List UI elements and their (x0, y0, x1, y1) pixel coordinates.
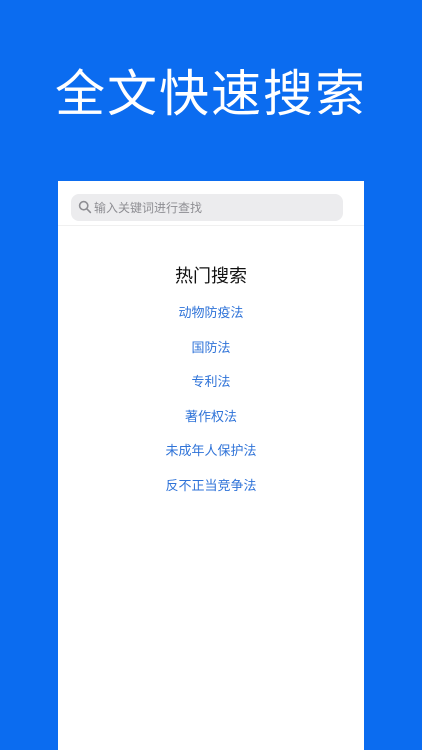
hot-search-item[interactable]: 动物防疫法 (58, 304, 364, 339)
hot-search-item[interactable]: 著作权法 (58, 408, 364, 443)
search-box[interactable] (71, 194, 343, 221)
hero-title: 全文快速搜索 (55, 65, 367, 123)
hot-search-list: 动物防疫法 国防法 专利法 著作权法 未成年人保护法 反不正当竞争法 (58, 304, 364, 511)
search-icon (78, 200, 92, 214)
hot-search-item[interactable]: 国防法 (58, 339, 364, 374)
hot-search-item[interactable]: 未成年人保护法 (58, 442, 364, 477)
search-input[interactable] (94, 194, 334, 221)
hot-search-title: 热门搜索 (175, 266, 247, 287)
hot-search-item[interactable]: 反不正当竞争法 (58, 477, 364, 512)
hot-search-item[interactable]: 专利法 (58, 373, 364, 408)
phone-screen: 热门搜索 动物防疫法 国防法 专利法 著作权法 未成年人保护法 反不正当竞争法 (58, 181, 364, 750)
search-bar (58, 181, 364, 226)
